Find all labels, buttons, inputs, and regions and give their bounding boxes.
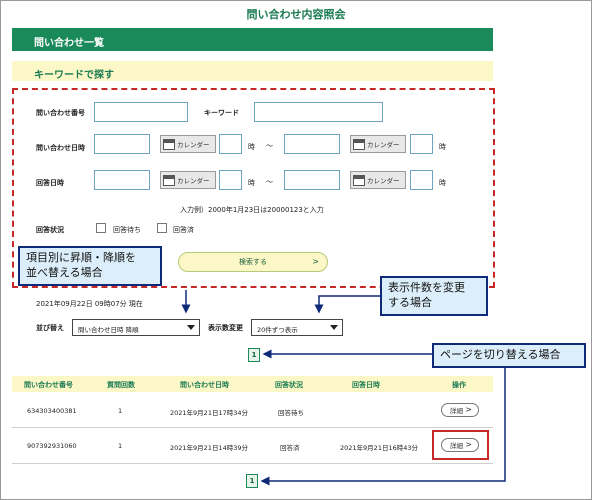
- callout-display: 表示件数を変更 する場合: [380, 276, 488, 316]
- callout-page: ページを切り替える場合: [432, 343, 586, 368]
- arrow-to-page-bottom: [260, 363, 506, 486]
- callout-sort: 項目別に昇順・降順を 並べ替える場合: [18, 246, 162, 286]
- arrow-to-display-select: [314, 295, 382, 314]
